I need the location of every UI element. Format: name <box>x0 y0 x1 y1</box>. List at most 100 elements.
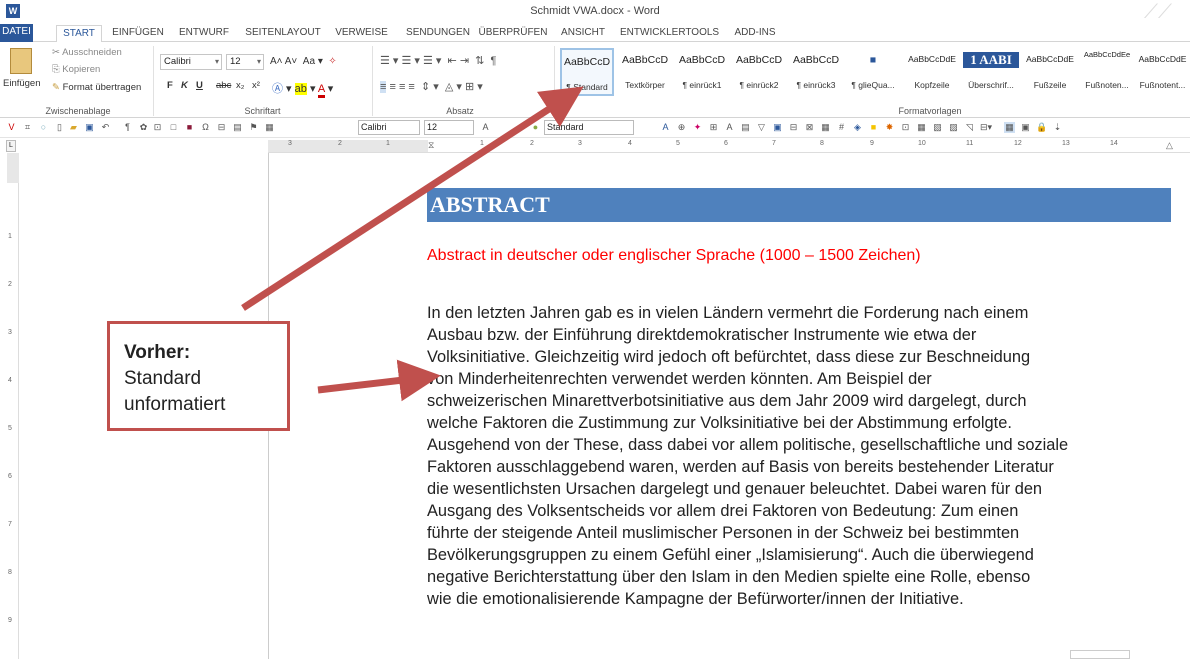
frame-icon[interactable]: ▦ <box>264 122 275 133</box>
style-gliequa[interactable]: ■ ¶ glieQua... <box>846 48 900 96</box>
toolbar-icon[interactable]: ⊕ <box>676 122 687 133</box>
font-a-icon[interactable]: A <box>480 122 491 133</box>
paste-icon[interactable] <box>10 48 32 74</box>
toolbar-icon[interactable]: ◹ <box>964 122 975 133</box>
tab-selector-icon[interactable]: L <box>6 140 16 152</box>
font-name-box[interactable]: Calibri ▾ <box>160 54 222 70</box>
undo-icon[interactable]: ↶ <box>100 122 111 133</box>
superscript-button[interactable]: x² <box>252 80 260 91</box>
paragraph-line: In den letzten Jahren gab es in vielen L… <box>427 304 1029 322</box>
toolbar-icon[interactable]: ▤ <box>740 122 751 133</box>
save-icon[interactable]: ▣ <box>84 122 95 133</box>
tab-page-layout[interactable]: SEITENLAYOUT <box>244 25 322 42</box>
toolbar-icon[interactable]: ✸ <box>884 122 895 133</box>
table-icon[interactable]: ⊟ <box>216 122 227 133</box>
grid-toggle-icon[interactable]: ▦ <box>1004 122 1015 133</box>
font-size-box[interactable]: 12 ▾ <box>226 54 264 70</box>
grow-shrink-font-icons[interactable]: A˄ A˅ Aa ▾ ✧ <box>270 56 337 67</box>
toolbar-icon[interactable]: ▣ <box>772 122 783 133</box>
abstract-subheading[interactable]: Abstract in deutscher oder englischer Sp… <box>427 247 921 265</box>
toolbar-icon[interactable]: ▦ <box>916 122 927 133</box>
list-icons[interactable]: ☰ ▾ ☰ ▾ ☰ ▾ ⇤ ⇥ ⇅ ¶ <box>380 54 496 67</box>
style-kopfzeile[interactable]: AaBbCcDdE Kopfzeile <box>903 48 961 96</box>
table-dropdown-icon[interactable]: ⊟▾ <box>980 122 992 133</box>
style-einrueck2[interactable]: AaBbCcD ¶ einrück2 <box>732 48 786 96</box>
abstract-paragraph[interactable]: In den letzten Jahren gab es in vielen L… <box>427 302 1172 610</box>
horizontal-ruler[interactable]: 3 2 1 ⧖ 1 2 3 4 5 6 7 8 9 10 11 12 13 14… <box>268 140 1190 153</box>
style-fusszeile[interactable]: AaBbCcDdE Fußzeile <box>1022 48 1078 96</box>
toolbar-icon[interactable]: ⊡ <box>900 122 911 133</box>
alignment-icons[interactable]: ≡ ≡ ≡ ≡ ⇕ ▾ ◬ ▾ ⊞ ▾ <box>380 80 483 93</box>
puzzle-icon[interactable]: ✿ <box>138 122 149 133</box>
filled-square-icon[interactable]: ■ <box>184 122 195 133</box>
tab-addins[interactable]: ADD-INS <box>728 25 782 42</box>
green-circle-icon[interactable]: ● <box>530 122 541 133</box>
flag-icon[interactable]: ⚑ <box>248 122 259 133</box>
toolbar-icon[interactable]: ✦ <box>692 122 703 133</box>
right-indent-marker-icon[interactable]: △ <box>1166 140 1173 151</box>
quick-style-box[interactable]: Standard <box>544 120 634 135</box>
underline-button[interactable]: U <box>196 80 203 91</box>
style-einrueck3[interactable]: AaBbCcD ¶ einrück3 <box>789 48 843 96</box>
tab-file[interactable]: DATEI <box>0 24 33 42</box>
tab-view[interactable]: ANSICHT <box>558 25 608 42</box>
italic-button[interactable]: K <box>181 80 188 91</box>
copy-button[interactable]: ⎘ Kopieren <box>52 64 100 75</box>
toolbar-icon[interactable]: ◈ <box>852 122 863 133</box>
ruler-number: 4 <box>8 377 12 384</box>
layout-icon[interactable]: ▤ <box>232 122 243 133</box>
chevron-down-icon[interactable]: ▾ <box>215 55 219 69</box>
tab-mailings[interactable]: SENDUNGEN <box>402 25 474 42</box>
format-painter-button[interactable]: ✎ Format übertragen <box>52 82 141 93</box>
v-logo-icon[interactable]: V <box>6 122 17 133</box>
text-color-icons[interactable]: Ⓐ ▾ ab ▾ A ▾ <box>272 80 333 98</box>
new-document-icon[interactable]: ▯ <box>54 122 65 133</box>
abstract-heading[interactable]: ABSTRACT <box>427 188 1171 222</box>
yellow-square-icon[interactable]: ■ <box>868 122 879 133</box>
quick-font-box[interactable]: Calibri <box>358 120 420 135</box>
open-folder-icon[interactable]: ▰ <box>68 122 79 133</box>
vertical-ruler[interactable]: 1 2 3 4 5 6 7 8 9 <box>7 153 19 659</box>
omega-icon[interactable]: Ω <box>200 122 211 133</box>
strikethrough-button[interactable]: abc <box>216 80 231 91</box>
tab-review[interactable]: ÜBERPRÜFEN <box>476 25 550 42</box>
toolbar-icon[interactable]: A <box>724 122 735 133</box>
pilcrow-icon[interactable]: ¶ <box>122 122 133 133</box>
subscript-button[interactable]: x₂ <box>236 80 244 91</box>
toolbar-icon[interactable]: ▣ <box>1020 122 1031 133</box>
style-standard[interactable]: AaBbCcD ¶ Standard <box>560 48 614 96</box>
tab-insert[interactable]: EINFÜGEN <box>111 25 165 42</box>
square-icon[interactable]: □ <box>168 122 179 133</box>
paste-button[interactable]: Einfügen <box>3 78 41 89</box>
chevron-down-icon[interactable]: ▾ <box>257 55 261 69</box>
style-fussnotentext[interactable]: AaBbCcDdE Fußnotent... <box>1135 48 1190 96</box>
style-einrueck1[interactable]: AaBbCcD ¶ einrück1 <box>675 48 729 96</box>
style-ueberschrift[interactable]: 1 AABI Überschrif... <box>963 48 1019 96</box>
tab-start[interactable]: START <box>56 25 102 43</box>
tab-design[interactable]: ENTWURF <box>179 25 229 42</box>
cut-button[interactable]: ✂ Ausschneiden <box>52 47 122 58</box>
tab-developer[interactable]: ENTWICKLERTOOLS <box>620 25 719 42</box>
title-bar: W Schmidt VWA.docx - Word ⟋⟋ <box>0 0 1190 24</box>
toolbar-icon[interactable]: ⊟ <box>788 122 799 133</box>
toolbar-icon[interactable]: # <box>836 122 847 133</box>
toolbar-icon[interactable]: ⊠ <box>804 122 815 133</box>
customize-dropdown-icon[interactable]: ⇣ <box>1052 122 1063 133</box>
preview-icon[interactable]: ⊡ <box>152 122 163 133</box>
toolbar-icon[interactable]: ▧ <box>932 122 943 133</box>
bold-button[interactable]: F <box>167 80 173 91</box>
lock-icon[interactable]: 🔒 <box>1036 122 1047 133</box>
style-sample: AaBbCcD <box>735 54 783 66</box>
tab-references[interactable]: VERWEISE <box>334 25 389 42</box>
indent-marker-icon[interactable]: ⧖ <box>428 140 434 151</box>
toolbar-icon[interactable]: ▽ <box>756 122 767 133</box>
toolbar-icon[interactable]: ▨ <box>948 122 959 133</box>
circle-icon[interactable]: ○ <box>38 122 49 133</box>
toolbar-icon[interactable]: ⊞ <box>708 122 719 133</box>
grid-icon[interactable]: ⌗ <box>22 122 33 133</box>
toolbar-icon[interactable]: ▦ <box>820 122 831 133</box>
quick-size-box[interactable]: 12 <box>424 120 474 135</box>
style-fussnoten[interactable]: AaBbCcDdEe Fußnoten... <box>1080 48 1134 96</box>
format-icon[interactable]: A <box>660 122 671 133</box>
style-textkoerper[interactable]: AaBbCcD Textkörper <box>618 48 672 96</box>
